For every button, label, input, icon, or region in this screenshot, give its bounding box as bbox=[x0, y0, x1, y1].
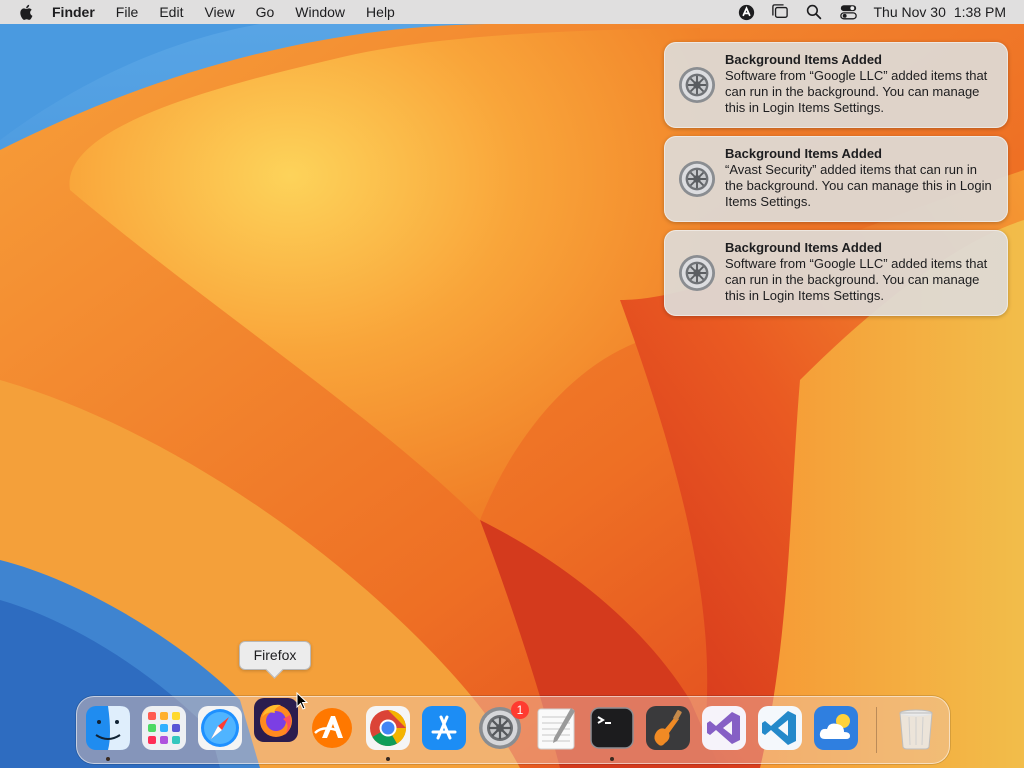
menu-window[interactable]: Window bbox=[295, 4, 345, 20]
running-indicator bbox=[106, 757, 110, 761]
dock-item-app-store[interactable] bbox=[421, 705, 467, 751]
vscode-icon bbox=[758, 706, 802, 750]
notification-title: Background Items Added bbox=[725, 52, 882, 67]
control-center-icon[interactable] bbox=[839, 3, 857, 21]
dock-item-chrome[interactable] bbox=[365, 705, 411, 751]
dock-item-safari[interactable] bbox=[197, 705, 243, 751]
trash-icon bbox=[899, 709, 933, 750]
menubar-clock[interactable]: Thu Nov 30 1:38 PM bbox=[873, 4, 1006, 20]
clock-time: 1:38 PM bbox=[953, 4, 1006, 20]
notification-badge: 1 bbox=[511, 701, 529, 719]
dock: 1 bbox=[76, 696, 950, 764]
notification-body: Software from “Google LLC” added items t… bbox=[725, 68, 988, 115]
system-settings-gear-icon bbox=[678, 66, 716, 104]
notification-card[interactable]: Background Items Added Software from “Go… bbox=[664, 230, 1008, 316]
notification-card[interactable]: Background Items Added “Avast Security” … bbox=[664, 136, 1008, 222]
dock-item-system-settings[interactable]: 1 bbox=[477, 701, 529, 751]
apple-logo-icon[interactable] bbox=[18, 3, 36, 21]
running-indicator bbox=[386, 757, 390, 761]
dock-item-firefox[interactable] bbox=[253, 697, 299, 743]
stage-manager-icon[interactable] bbox=[771, 3, 789, 21]
system-settings-gear-icon bbox=[678, 254, 716, 292]
textedit-icon bbox=[537, 708, 575, 750]
firefox-icon bbox=[254, 698, 298, 742]
menu-bar: Finder File Edit View Go Window Help Thu… bbox=[0, 0, 1024, 24]
dock-item-terminal[interactable] bbox=[589, 705, 635, 751]
running-indicator bbox=[610, 757, 614, 761]
launchpad-icon bbox=[142, 706, 186, 750]
visual-studio-icon bbox=[702, 706, 746, 750]
clock-date: Thu Nov 30 bbox=[873, 4, 946, 20]
dock-tooltip: Firefox bbox=[239, 641, 311, 679]
garageband-icon bbox=[646, 706, 690, 750]
dock-item-visual-studio[interactable] bbox=[701, 705, 747, 751]
dock-item-finder[interactable] bbox=[85, 705, 131, 751]
dock-item-launchpad[interactable] bbox=[141, 705, 187, 751]
notification-title: Background Items Added bbox=[725, 240, 882, 255]
safari-icon bbox=[198, 706, 242, 750]
menu-go[interactable]: Go bbox=[256, 4, 275, 20]
avast-icon[interactable] bbox=[737, 3, 755, 21]
dock-item-weather[interactable] bbox=[813, 705, 859, 751]
system-settings-gear-icon bbox=[678, 160, 716, 198]
dock-item-trash[interactable] bbox=[893, 705, 939, 751]
dock-item-textedit[interactable] bbox=[533, 705, 579, 751]
dock-separator bbox=[876, 707, 877, 753]
terminal-icon bbox=[590, 707, 634, 749]
app-store-icon bbox=[422, 706, 466, 750]
avast-icon bbox=[312, 708, 352, 748]
weather-icon bbox=[814, 706, 858, 750]
notification-body: Software from “Google LLC” added items t… bbox=[725, 256, 988, 303]
dock-item-vscode[interactable] bbox=[757, 705, 803, 751]
dock-item-avast[interactable] bbox=[309, 705, 355, 751]
dock-item-garageband[interactable] bbox=[645, 705, 691, 751]
menu-help[interactable]: Help bbox=[366, 4, 395, 20]
finder-icon bbox=[86, 706, 130, 750]
menu-file[interactable]: File bbox=[116, 4, 139, 20]
notification-body: “Avast Security” added items that can ru… bbox=[725, 162, 992, 209]
chrome-icon bbox=[366, 706, 410, 750]
spotlight-search-icon[interactable] bbox=[805, 3, 823, 21]
mouse-cursor-icon bbox=[296, 692, 308, 710]
menu-edit[interactable]: Edit bbox=[159, 4, 183, 20]
notification-title: Background Items Added bbox=[725, 146, 882, 161]
menu-app-finder[interactable]: Finder bbox=[52, 4, 95, 20]
menu-view[interactable]: View bbox=[204, 4, 234, 20]
notification-card[interactable]: Background Items Added Software from “Go… bbox=[664, 42, 1008, 128]
